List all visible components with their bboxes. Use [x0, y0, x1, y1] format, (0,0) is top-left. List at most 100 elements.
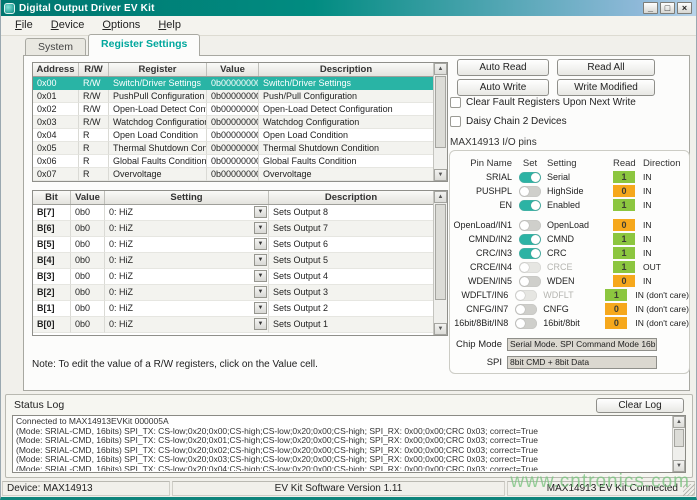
register-row[interactable]: 0x03R/WWatchdog Configuration0b00000000W… — [33, 116, 433, 129]
register-cell-value[interactable]: 0b00000000 — [207, 90, 259, 103]
scroll-down-icon[interactable] — [673, 460, 685, 472]
register-cell-register[interactable]: Switch/Driver Settings — [109, 77, 207, 90]
register-cell-register[interactable]: Watchdog Configuration — [109, 116, 207, 129]
scroll-down-icon[interactable] — [434, 169, 447, 181]
register-cell-rw[interactable]: R/W — [79, 103, 109, 116]
register-cell-rw[interactable]: R/W — [79, 116, 109, 129]
bit-setting-combobox[interactable]: 0: HiZ — [105, 269, 269, 285]
register-cell-register[interactable]: Global Faults Condition — [109, 155, 207, 168]
pin-toggle-switch[interactable] — [515, 318, 537, 329]
pin-toggle-switch[interactable] — [519, 248, 541, 259]
register-row[interactable]: 0x07ROvervoltage0b00000000Overvoltage — [33, 168, 433, 181]
register-cell-value[interactable]: 0b00000000 — [207, 77, 259, 90]
register-cell-rw[interactable]: R/W — [79, 90, 109, 103]
register-cell-description[interactable]: Thermal Shutdown Condition — [259, 142, 433, 155]
scroll-down-icon[interactable] — [434, 323, 447, 335]
dropdown-arrow-icon[interactable] — [254, 302, 267, 314]
register-cell-address[interactable]: 0x06 — [33, 155, 79, 168]
register-row[interactable]: 0x00R/WSwitch/Driver Settings0b00000000S… — [33, 77, 433, 90]
register-row[interactable]: 0x01R/WPushPull Configuration0b00000000P… — [33, 90, 433, 103]
register-cell-description[interactable]: Open Load Condition — [259, 129, 433, 142]
auto-read-button[interactable]: Auto Read — [457, 59, 549, 76]
register-cell-address[interactable]: 0x04 — [33, 129, 79, 142]
scroll-up-icon[interactable] — [673, 416, 685, 428]
write-modified-button[interactable]: Write Modified — [557, 79, 655, 96]
register-row[interactable]: 0x06RGlobal Faults Condition0b00000000Gl… — [33, 155, 433, 168]
menu-file[interactable]: File — [7, 18, 43, 33]
register-cell-rw[interactable]: R — [79, 155, 109, 168]
register-cell-register[interactable]: Overvoltage — [109, 168, 207, 181]
pin-toggle-switch[interactable] — [519, 172, 541, 183]
register-cell-description[interactable]: Open-Load Detect Configuration — [259, 103, 433, 116]
pin-toggle-switch[interactable] — [519, 200, 541, 211]
scroll-up-icon[interactable] — [434, 191, 447, 203]
register-cell-address[interactable]: 0x05 — [33, 142, 79, 155]
bit-setting-combobox[interactable]: 0: HiZ — [105, 317, 269, 333]
register-cell-address[interactable]: 0x01 — [33, 90, 79, 103]
daisy-chain-checkbox[interactable] — [450, 116, 461, 127]
register-cell-rw[interactable]: R/W — [79, 77, 109, 90]
resize-grip-icon[interactable] — [683, 484, 695, 496]
menu-device[interactable]: Device — [43, 18, 95, 33]
pin-toggle-switch[interactable] — [519, 276, 541, 287]
register-cell-description[interactable]: Push/Pull Configuration — [259, 90, 433, 103]
pin-toggle-switch[interactable] — [515, 304, 537, 315]
bit-setting-combobox[interactable]: 0: HiZ — [105, 221, 269, 237]
clear-fault-checkbox[interactable] — [450, 97, 461, 108]
scroll-up-icon[interactable] — [434, 63, 447, 75]
register-row[interactable]: 0x05RThermal Shutdown Con...0b00000000Th… — [33, 142, 433, 155]
bit-setting-combobox[interactable]: 0: HiZ — [105, 253, 269, 269]
register-table-scrollbar[interactable] — [433, 63, 447, 181]
register-row[interactable]: 0x04ROpen Load Condition0b00000000Open L… — [33, 129, 433, 142]
scroll-thumb[interactable] — [435, 204, 446, 300]
register-cell-description[interactable]: Watchdog Configuration — [259, 116, 433, 129]
register-cell-address[interactable]: 0x03 — [33, 116, 79, 129]
dropdown-arrow-icon[interactable] — [254, 286, 267, 298]
register-cell-description[interactable]: Global Faults Condition — [259, 155, 433, 168]
dropdown-arrow-icon[interactable] — [254, 318, 267, 330]
menu-help[interactable]: Help — [150, 18, 191, 33]
read-all-button[interactable]: Read All — [557, 59, 655, 76]
register-cell-rw[interactable]: R — [79, 168, 109, 181]
register-cell-address[interactable]: 0x07 — [33, 168, 79, 181]
minimize-icon[interactable]: _ — [643, 2, 658, 14]
register-cell-value[interactable]: 0b00000000 — [207, 142, 259, 155]
register-cell-register[interactable]: PushPull Configuration — [109, 90, 207, 103]
register-cell-description[interactable]: Switch/Driver Settings — [259, 77, 433, 90]
register-cell-value[interactable]: 0b00000000 — [207, 103, 259, 116]
scroll-thumb[interactable] — [674, 429, 684, 447]
register-cell-value[interactable]: 0b00000000 — [207, 116, 259, 129]
pin-toggle-switch[interactable] — [519, 186, 541, 197]
bit-setting-combobox[interactable]: 0: HiZ — [105, 285, 269, 301]
register-cell-rw[interactable]: R — [79, 129, 109, 142]
register-cell-register[interactable]: Open-Load Detect Confi... — [109, 103, 207, 116]
dropdown-arrow-icon[interactable] — [254, 254, 267, 266]
tab-system[interactable]: System — [25, 38, 86, 56]
close-icon[interactable]: × — [677, 2, 692, 14]
auto-write-button[interactable]: Auto Write — [457, 79, 549, 96]
register-cell-register[interactable]: Open Load Condition — [109, 129, 207, 142]
dropdown-arrow-icon[interactable] — [254, 238, 267, 250]
dropdown-arrow-icon[interactable] — [254, 206, 267, 218]
register-cell-address[interactable]: 0x00 — [33, 77, 79, 90]
dropdown-arrow-icon[interactable] — [254, 222, 267, 234]
bit-setting-combobox[interactable]: 0: HiZ — [105, 237, 269, 253]
scroll-thumb[interactable] — [435, 76, 446, 148]
bit-table-scrollbar[interactable] — [433, 191, 447, 335]
register-cell-rw[interactable]: R — [79, 142, 109, 155]
register-cell-address[interactable]: 0x02 — [33, 103, 79, 116]
register-cell-value[interactable]: 0b00000000 — [207, 129, 259, 142]
register-cell-value[interactable]: 0b00000000 — [207, 168, 259, 181]
register-cell-description[interactable]: Overvoltage — [259, 168, 433, 181]
register-row[interactable]: 0x02R/WOpen-Load Detect Confi...0b000000… — [33, 103, 433, 116]
status-log-scrollbar[interactable] — [672, 416, 685, 472]
pin-toggle-switch[interactable] — [519, 234, 541, 245]
maximize-icon[interactable]: □ — [660, 2, 675, 14]
bit-setting-combobox[interactable]: 0: HiZ — [105, 205, 269, 221]
register-cell-value[interactable]: 0b00000000 — [207, 155, 259, 168]
pin-toggle-switch[interactable] — [519, 220, 541, 231]
register-cell-register[interactable]: Thermal Shutdown Con... — [109, 142, 207, 155]
dropdown-arrow-icon[interactable] — [254, 270, 267, 282]
menu-options[interactable]: Options — [94, 18, 150, 33]
tab-register-settings[interactable]: Register Settings — [88, 34, 200, 56]
